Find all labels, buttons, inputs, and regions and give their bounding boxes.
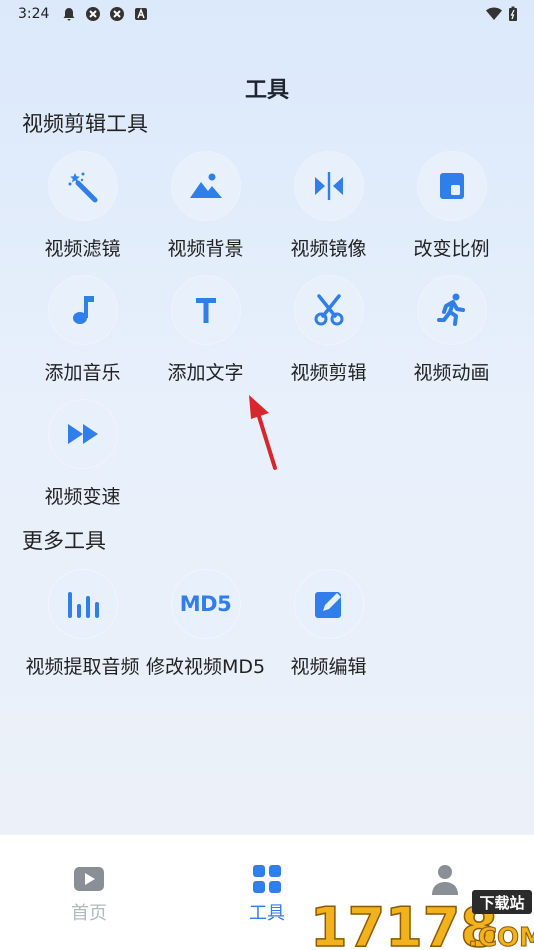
watermark-tag: 下载站 xyxy=(479,894,524,912)
scissors-icon xyxy=(314,294,343,326)
tool-label: 添加文字 xyxy=(167,362,244,384)
tool-video-background[interactable]: 视频背景 xyxy=(144,152,267,272)
tool-label: 视频编辑 xyxy=(290,656,367,678)
battery-icon xyxy=(509,6,517,21)
tool-label: 修改视频MD5 xyxy=(145,656,266,678)
tool-icon-bubble xyxy=(48,400,117,468)
tool-label: 视频提取音频 xyxy=(25,656,140,678)
tool-add-music[interactable]: 添加音乐 xyxy=(21,276,144,396)
status-right xyxy=(486,6,518,22)
image-icon xyxy=(189,173,222,198)
tool-icon-bubble xyxy=(417,276,486,344)
tool-icon-bubble: MD5 xyxy=(171,570,240,638)
running-person-icon xyxy=(436,293,465,326)
tool-label: 视频变速 xyxy=(44,486,121,508)
notification-bell-icon xyxy=(63,8,75,21)
md5-icon: MD5 xyxy=(179,592,232,616)
nav-label: 工具 xyxy=(249,903,285,924)
tool-video-filter[interactable]: 视频滤镜 xyxy=(21,152,144,272)
page-title: 工具 xyxy=(244,78,289,103)
annotation-arrow-icon xyxy=(249,395,277,470)
app-notification-icon-2 xyxy=(110,7,125,21)
tool-video-cut[interactable]: 视频剪辑 xyxy=(267,276,390,396)
tool-label: 添加音乐 xyxy=(44,362,121,384)
tool-video-edit[interactable]: 视频编辑 xyxy=(267,570,390,690)
tool-modify-md5[interactable]: MD5 修改视频MD5 xyxy=(144,570,267,690)
music-note-icon xyxy=(72,296,94,324)
status-time: 3:24 xyxy=(18,6,50,22)
magic-wand-icon xyxy=(68,172,97,203)
tool-video-speed[interactable]: 视频变速 xyxy=(21,400,144,520)
section-title-more-tools: 更多工具 xyxy=(22,529,106,553)
tool-video-mirror[interactable]: 视频镜像 xyxy=(267,152,390,272)
tool-icon-bubble xyxy=(48,570,117,638)
tool-label: 视频背景 xyxy=(167,238,244,260)
tool-add-text[interactable]: 添加文字 xyxy=(144,276,267,396)
tool-video-animation[interactable]: 视频动画 xyxy=(390,276,513,396)
tool-icon-bubble xyxy=(48,152,117,220)
watermark-suffix: .COM xyxy=(468,923,534,950)
tool-icon-bubble xyxy=(171,152,240,220)
section-title-video-edit: 视频剪辑工具 xyxy=(22,112,148,136)
tool-icon-bubble xyxy=(171,276,240,344)
tool-icon-bubble xyxy=(294,276,363,344)
tool-icon-bubble xyxy=(294,152,363,220)
watermark-logo: 17178 下载站 .COM xyxy=(309,890,534,950)
text-icon xyxy=(195,298,216,323)
tool-extract-audio[interactable]: 视频提取音频 xyxy=(21,570,144,690)
aspect-ratio-icon xyxy=(439,173,464,199)
tool-label: 视频剪辑 xyxy=(290,362,367,384)
tool-label: 视频动画 xyxy=(413,362,490,384)
tool-label: 改变比例 xyxy=(413,238,490,260)
tool-icon-bubble xyxy=(48,276,117,344)
app-notification-icon xyxy=(86,7,101,21)
grid-icon xyxy=(253,865,281,893)
nav-item-home[interactable]: 首页 xyxy=(0,835,178,950)
status-bar: 3:24 xyxy=(0,0,534,28)
nav-label: 首页 xyxy=(71,903,107,924)
mirror-icon xyxy=(314,172,343,200)
fast-forward-icon xyxy=(67,424,98,444)
tool-change-ratio[interactable]: 改变比例 xyxy=(390,152,513,272)
edit-icon xyxy=(314,589,344,618)
tool-icon-bubble xyxy=(294,570,363,638)
tool-label: 视频滤镜 xyxy=(44,238,121,260)
keyboard-a-icon xyxy=(135,8,148,20)
audio-bars-icon xyxy=(67,592,99,618)
tool-icon-bubble xyxy=(417,152,486,220)
play-icon xyxy=(74,867,104,891)
wifi-icon xyxy=(486,7,502,20)
tool-label: 视频镜像 xyxy=(290,238,367,260)
